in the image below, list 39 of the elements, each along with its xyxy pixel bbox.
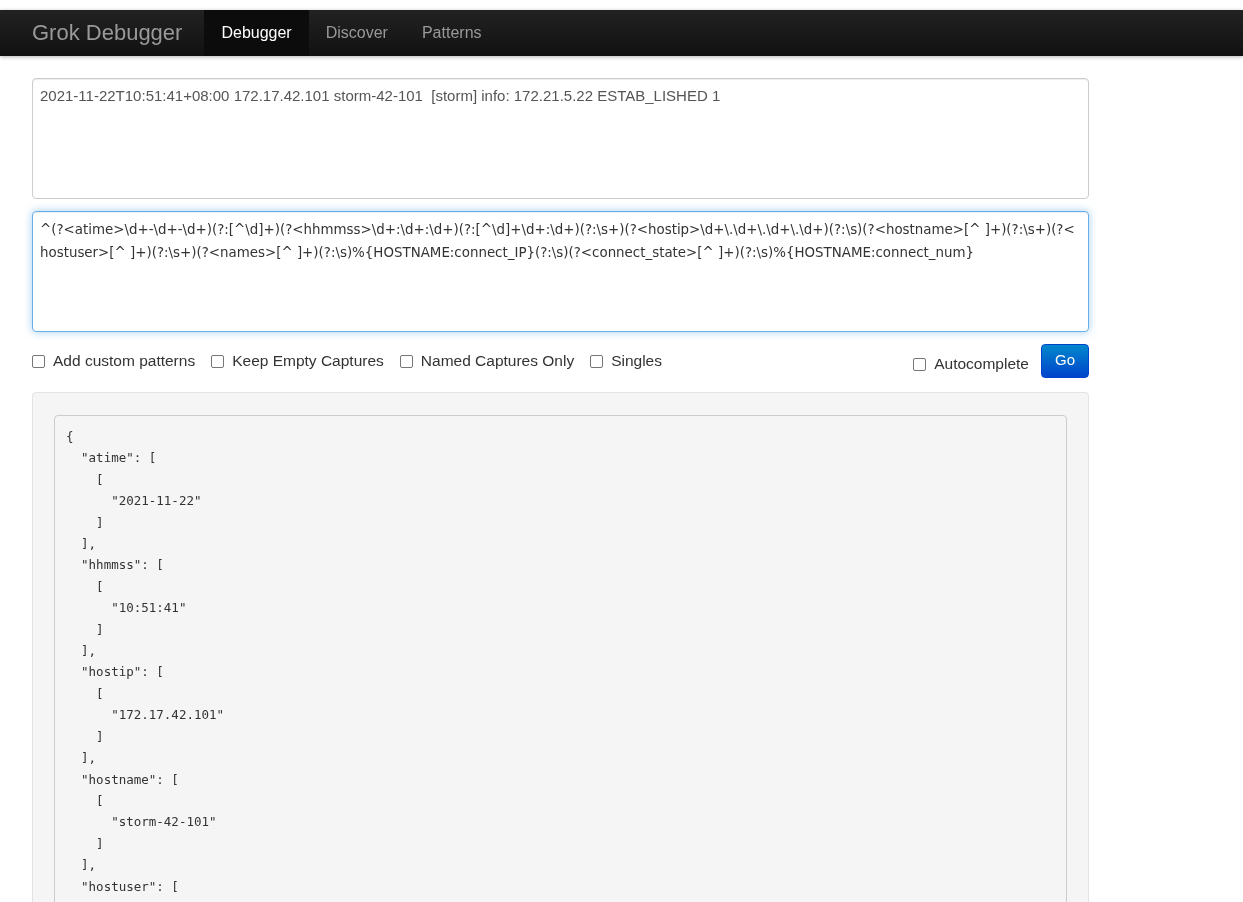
code-line: ] — [95, 620, 104, 639]
checkbox-icon[interactable] — [211, 354, 225, 368]
code-line: ], — [80, 749, 97, 768]
code-line: [ — [95, 470, 104, 489]
checkbox-icon[interactable] — [399, 354, 413, 368]
code-line: { — [66, 428, 74, 446]
nav-tab[interactable]: Debugger — [204, 10, 309, 56]
go-button[interactable]: Go — [1041, 344, 1089, 378]
nav-tab[interactable]: Discover — [308, 10, 405, 56]
code-line: "atime": [ — [80, 449, 157, 468]
code-line: [ — [95, 684, 104, 703]
code-line: "hostuser": [ — [80, 877, 179, 896]
checkbox-icon[interactable] — [590, 354, 604, 368]
code-line: ] — [95, 834, 104, 853]
code-line: ], — [80, 535, 97, 554]
code-line: ] — [95, 513, 104, 532]
pattern-input-field[interactable]: ^(?<atime>\d+-\d+-\d+)(?:[^\d]+)(?<hhmmss>\d+:\d+:\d+)(?:[^\d]+\d+:\d+)(?:\s+)(?<hostip>\d+\.\d+\.\d+\.\d+)(?:\s)(?<hostname>[^ ]+)(?:\s+)(?<hostuser>[^ ]+)(?:\s+)(?<names>[^ ]+)(?:\s)%{HOSTNAME:connect_IP}(?:\s)(?<connect_state>[^ ]+)(?:\s)%{HOSTNAME:connect_num} — [32, 211, 1089, 332]
option-checkbox[interactable]: Singles — [590, 352, 662, 370]
code-line: "2021-11-22" — [110, 492, 202, 511]
checkbox-icon[interactable] — [913, 357, 927, 371]
checkbox-icon[interactable] — [32, 354, 45, 368]
code-line: [ — [95, 791, 104, 810]
code-line: "hostname": [ — [80, 770, 179, 789]
code-line: "hhmmss": [ — [80, 556, 164, 575]
code-line: "hostip": [ — [80, 663, 164, 682]
log-input-field[interactable]: 2021-11-22T10:51:41+08:00 172.17.42.101 storm-42-101 [storm] info: 172.21.5.22 ESTAB_LISHED 1 — [32, 78, 1089, 199]
option-checkbox[interactable]: Keep Empty Captures — [211, 352, 384, 370]
code-line: "storm-42-101" — [110, 813, 217, 832]
option-checkbox[interactable]: Autocomplete — [913, 355, 1029, 373]
code-line: "172.17.42.101" — [110, 706, 225, 725]
option-checkbox[interactable]: Add custom patterns — [32, 352, 196, 370]
option-checkbox[interactable]: Named Captures Only — [399, 352, 575, 370]
code-line: "10:51:41" — [110, 599, 187, 618]
brand-title[interactable]: Grok Debugger — [32, 10, 183, 56]
code-line: [ — [95, 577, 104, 596]
code-line: ] — [95, 727, 104, 746]
nav-tab[interactable]: Patterns — [404, 10, 499, 56]
code-line: ], — [80, 856, 97, 875]
code-line: ], — [80, 642, 97, 661]
